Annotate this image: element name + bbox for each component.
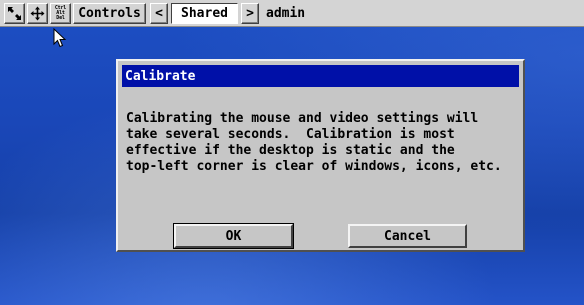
move-button[interactable] bbox=[27, 3, 48, 24]
user-label: admin bbox=[266, 6, 306, 21]
cad-line-del: Del bbox=[56, 15, 65, 21]
message-line: top-left corner is clear of windows, ico… bbox=[126, 159, 502, 174]
message-line: take several seconds. Calibration is mos… bbox=[126, 127, 455, 142]
ctrl-alt-del-icon: Ctrl Alt Del bbox=[55, 6, 66, 21]
session-mode-field[interactable]: Shared bbox=[171, 3, 238, 24]
next-session-button[interactable]: > bbox=[241, 3, 259, 24]
dialog-title: Calibrate bbox=[122, 65, 519, 87]
scale-icon bbox=[8, 7, 21, 20]
kvm-toolbar: Ctrl Alt Del Controls < Shared > admin bbox=[0, 0, 584, 27]
calibrate-dialog: Calibrate Calibrating the mouse and vide… bbox=[116, 59, 525, 252]
message-line: effective if the desktop is static and t… bbox=[126, 143, 455, 158]
previous-session-button[interactable]: < bbox=[150, 3, 168, 24]
mouse-pointer-icon bbox=[53, 28, 67, 48]
cancel-button[interactable]: Cancel bbox=[348, 224, 467, 248]
move-icon bbox=[30, 6, 45, 21]
ok-button[interactable]: OK bbox=[173, 223, 294, 249]
scale-button[interactable] bbox=[4, 3, 25, 24]
message-line: Calibrating the mouse and video settings… bbox=[126, 111, 479, 126]
dialog-message: Calibrating the mouse and video settings… bbox=[126, 111, 518, 175]
ctrl-alt-del-button[interactable]: Ctrl Alt Del bbox=[50, 3, 71, 24]
controls-button[interactable]: Controls bbox=[73, 3, 146, 24]
